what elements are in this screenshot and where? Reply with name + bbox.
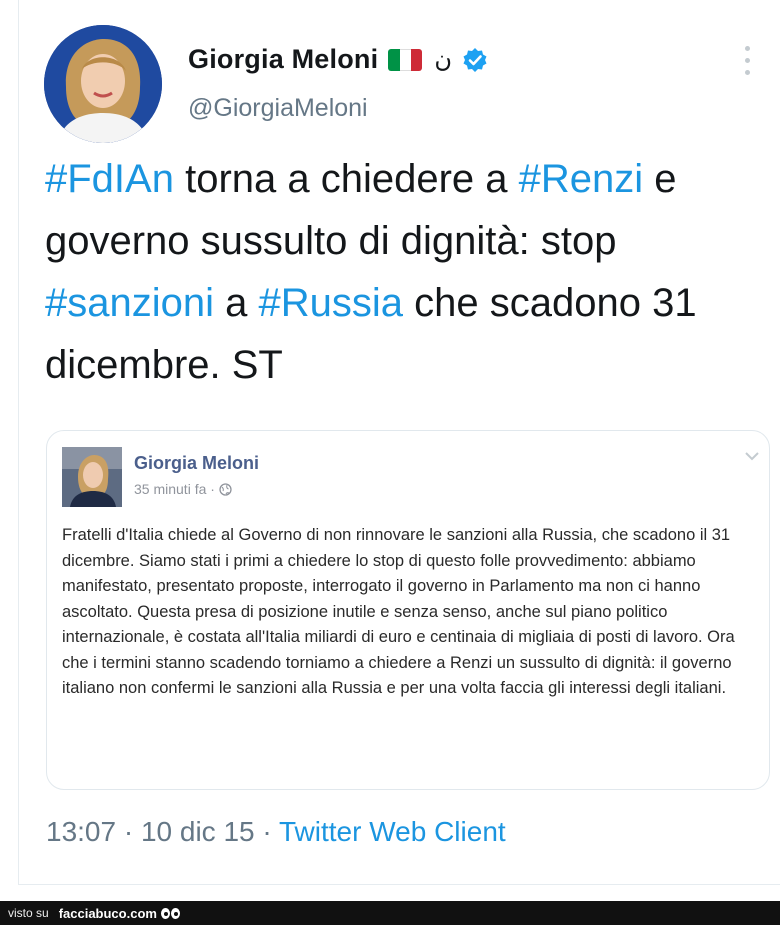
tweet-time[interactable]: 13:07 [46, 816, 116, 847]
quoted-avatar [62, 447, 122, 507]
tweet-date[interactable]: 10 dic 15 [141, 816, 255, 847]
globe-icon [219, 482, 232, 496]
quoted-post[interactable]: Giorgia Meloni 35 minuti fa · Fratelli d… [46, 430, 770, 790]
quoted-author-name[interactable]: Giorgia Meloni [134, 453, 259, 474]
tweet-client[interactable]: Twitter Web Client [279, 816, 506, 847]
meta-separator: · [262, 816, 272, 847]
watermark-bar: visto su facciabuco.com [0, 901, 780, 925]
hashtag-sanzioni[interactable]: #sanzioni [45, 281, 214, 325]
avatar[interactable] [44, 25, 162, 143]
hashtag-fdian[interactable]: #FdIAn [45, 157, 174, 201]
quoted-time[interactable]: 35 minuti fa · [134, 481, 215, 497]
quoted-meta: 35 minuti fa · [134, 481, 232, 497]
meta-separator: · [123, 816, 134, 847]
divider [18, 884, 780, 885]
nun-symbol: ن [434, 46, 452, 73]
italy-flag-icon [388, 48, 423, 71]
eyes-icon [160, 907, 180, 919]
tweet-text-segment: a [214, 281, 259, 325]
tweet-text: #FdIAn torna a chiedere a #Renzi e gover… [45, 148, 765, 396]
hashtag-russia[interactable]: #Russia [259, 281, 404, 325]
watermark-visto-su: visto su [8, 906, 49, 920]
author-row: Giorgia Meloni ن [188, 44, 488, 75]
quoted-body: Fratelli d'Italia chiede al Governo di n… [62, 526, 735, 697]
tweet-meta: 13:07 · 10 dic 15 · Twitter Web Client [46, 816, 506, 848]
author-handle[interactable]: @GiorgiaMeloni [188, 94, 368, 123]
more-options-icon[interactable] [744, 46, 752, 78]
author-name[interactable]: Giorgia Meloni [188, 44, 378, 75]
tweet-text-segment: torna a chiedere a [173, 157, 519, 201]
avatar-portrait [44, 25, 162, 143]
watermark-site[interactable]: facciabuco.com [59, 906, 157, 921]
chevron-down-icon[interactable] [745, 451, 759, 461]
quoted-avatar-portrait [62, 447, 122, 507]
verified-badge-icon [463, 47, 487, 72]
hashtag-renzi[interactable]: #Renzi [519, 157, 644, 201]
